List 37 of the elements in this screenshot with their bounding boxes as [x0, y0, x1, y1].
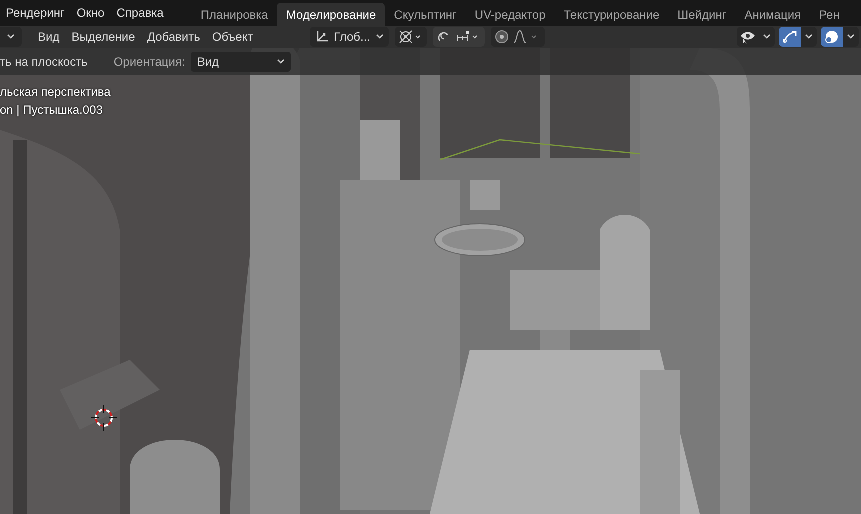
menu-item[interactable]: Справка	[110, 6, 170, 20]
snap-button[interactable]	[432, 27, 485, 47]
chevron-icon	[847, 34, 855, 40]
axes-icon	[315, 30, 329, 44]
mode-dropdown[interactable]	[0, 27, 22, 47]
viewport-info-text: on | Пустышка.003	[0, 102, 103, 119]
visibility-toggle[interactable]	[737, 27, 775, 47]
orientation-label: Ориентация:	[114, 54, 186, 68]
gizmo-toggle[interactable]	[779, 27, 817, 47]
header-menu-item[interactable]: Выделение	[66, 30, 142, 44]
header-menu-item[interactable]: Добавить	[141, 30, 206, 44]
workspace-tab[interactable]: Скульптинг	[385, 3, 466, 26]
workspace-tab[interactable]: UV-редактор	[466, 3, 555, 26]
header-menu-item[interactable]: Вид	[32, 30, 66, 44]
overlapping-circles-icon	[821, 27, 843, 47]
workspace-tab[interactable]: Текстурирование	[554, 3, 669, 26]
menu-item[interactable]: Окно	[70, 6, 111, 20]
workspace-tab[interactable]: Шейдинг	[668, 3, 736, 26]
proportional-edit-button[interactable]	[490, 27, 545, 47]
chevron-icon	[277, 58, 286, 64]
workspace-tab[interactable]: Планировка	[192, 3, 278, 26]
transform-orientation-dropdown[interactable]: Глоб...	[310, 27, 389, 47]
3d-cursor-icon	[91, 405, 117, 431]
chevron-icon	[763, 34, 771, 40]
pivot-point-button[interactable]	[394, 27, 427, 47]
viewport-info-text: льская перспектива	[0, 84, 111, 101]
orientation-dropdown[interactable]: Вид	[191, 52, 292, 72]
workspace-tab[interactable]: Анимация	[736, 3, 810, 26]
chevron-icon	[376, 34, 384, 40]
workspace-tab[interactable]: Моделирование	[277, 3, 386, 26]
header-menu-item[interactable]: Объект	[206, 30, 260, 44]
workspace-tab[interactable]: Рен	[810, 3, 849, 26]
overlay-toggle[interactable]	[821, 27, 859, 47]
menu-item[interactable]: Рендеринг	[0, 6, 71, 20]
chevron-icon	[805, 34, 813, 40]
tool-option-label: ть на плоскость	[0, 54, 88, 68]
chevron-icon	[7, 34, 15, 40]
